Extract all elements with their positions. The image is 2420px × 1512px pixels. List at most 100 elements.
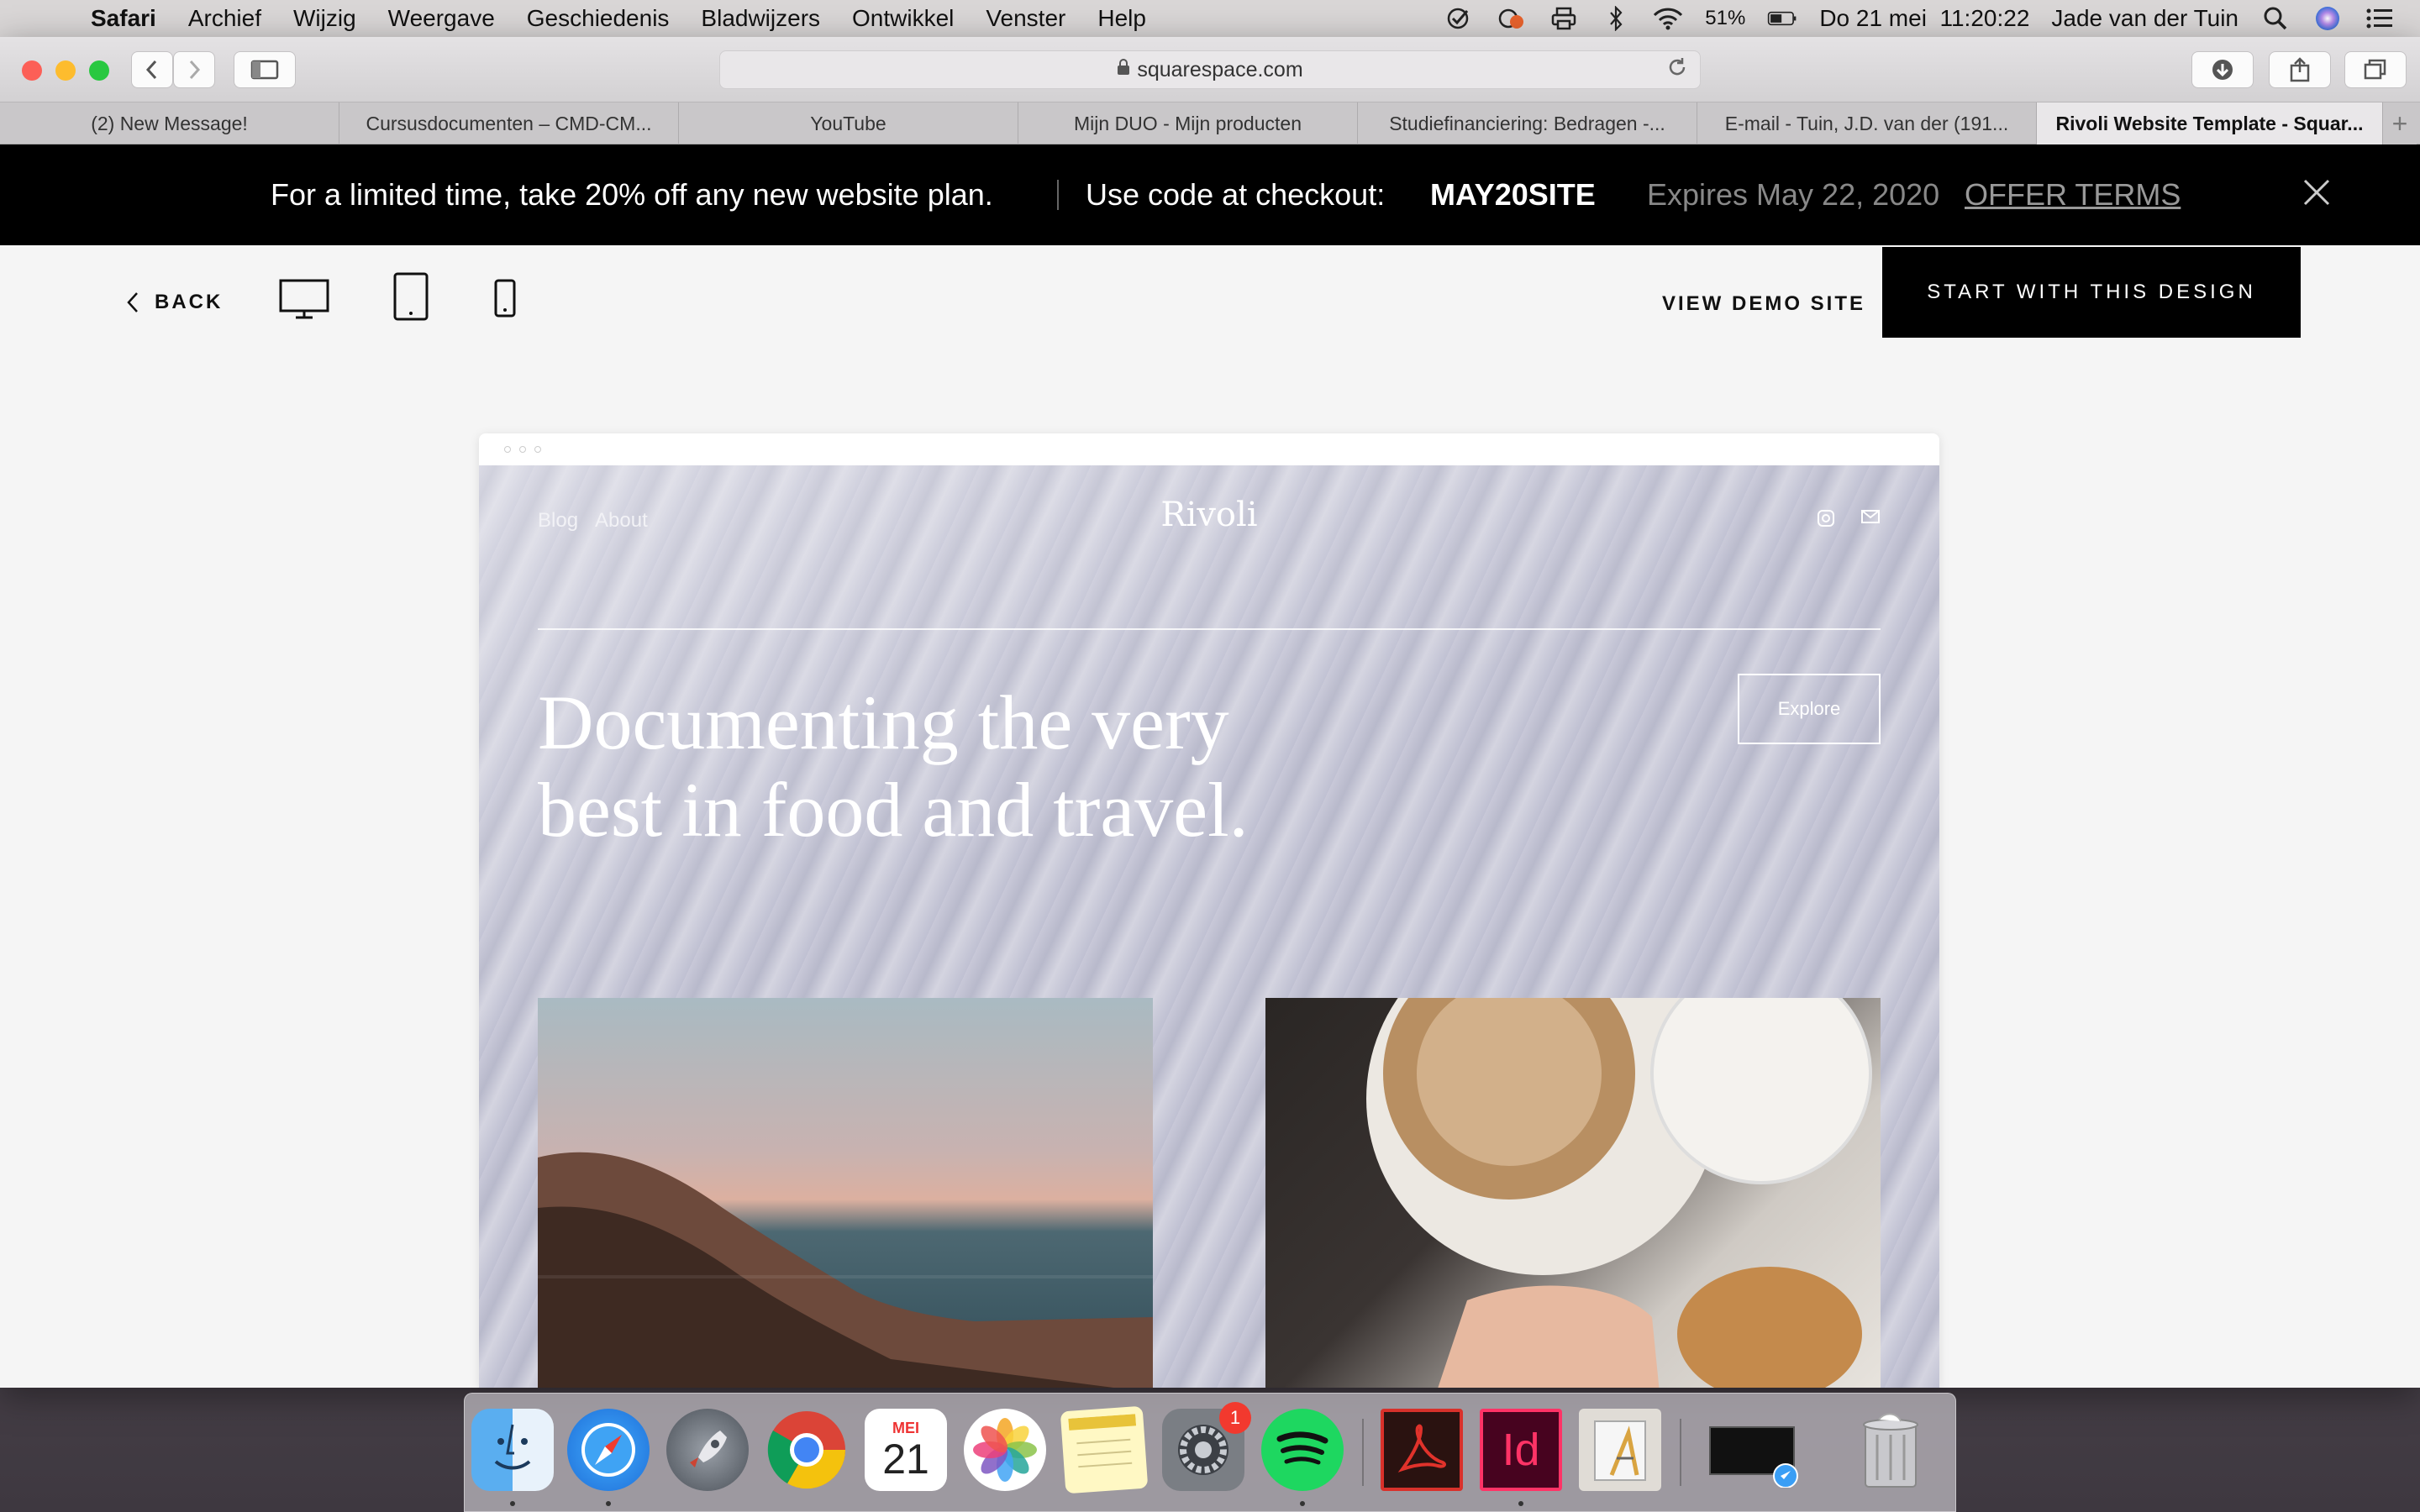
- spotify-icon[interactable]: [1261, 1409, 1344, 1491]
- dock-separator: [1362, 1419, 1364, 1486]
- launchpad-icon[interactable]: [666, 1409, 749, 1491]
- forward-nav-button[interactable]: [173, 51, 215, 88]
- preview-app-icon[interactable]: [1579, 1409, 1661, 1491]
- menu-bladwijzers[interactable]: Bladwijzers: [701, 5, 820, 32]
- tablet-view-icon[interactable]: [393, 272, 429, 325]
- tab-studiefinanciering[interactable]: Studiefinanciering: Bedragen -...: [1358, 102, 1697, 144]
- tab-rivoli-template[interactable]: Rivoli Website Template - Squar...: [2037, 102, 2383, 144]
- template-preview-frame: Blog About Rivoli Documenting the very b…: [479, 433, 1939, 1388]
- trash-icon[interactable]: [1849, 1409, 1932, 1491]
- window-minimize-button[interactable]: [55, 60, 76, 81]
- promo-code: MAY20SITE: [1430, 177, 1596, 212]
- rivoli-site: Blog About Rivoli Documenting the very b…: [479, 465, 1939, 1388]
- promo-code-label: Use code at checkout:: [1086, 177, 1386, 212]
- preview-dot: [519, 446, 526, 453]
- tab-mijn-duo[interactable]: Mijn DUO - Mijn producten: [1018, 102, 1358, 144]
- safari-icon[interactable]: [567, 1409, 650, 1491]
- tab-bar: (2) New Message! Cursusdocumenten – CMD-…: [0, 102, 2420, 144]
- browser-toolbar: squarespace.com: [0, 37, 2420, 102]
- headline-line-1: Documenting the very: [538, 680, 1229, 765]
- promo-divider: [1057, 180, 1059, 210]
- minimized-window-icon[interactable]: [1707, 1409, 1799, 1491]
- back-nav-button[interactable]: [131, 51, 173, 88]
- address-bar[interactable]: squarespace.com: [719, 50, 1701, 89]
- instagram-icon[interactable]: [1817, 509, 1835, 532]
- back-button[interactable]: BACK: [126, 291, 223, 314]
- dock: MEI 21 1 Id: [464, 1393, 1956, 1512]
- indesign-label: Id: [1502, 1425, 1540, 1475]
- view-demo-site-link[interactable]: VIEW DEMO SITE: [1662, 292, 1865, 316]
- site-headline: Documenting the very best in food and tr…: [538, 679, 1294, 853]
- tab-overview-button[interactable]: [2344, 51, 2407, 88]
- menu-archief[interactable]: Archief: [188, 5, 261, 32]
- menu-weergave[interactable]: Weergave: [388, 5, 495, 32]
- promo-banner: For a limited time, take 20% off any new…: [0, 144, 2420, 245]
- tab-new-message[interactable]: (2) New Message!: [0, 102, 339, 144]
- chevron-right-icon: [189, 60, 201, 80]
- preview-frame-bar: [479, 433, 1939, 465]
- finder-icon[interactable]: [471, 1409, 554, 1491]
- start-with-design-button[interactable]: START WITH THIS DESIGN: [1882, 247, 2301, 338]
- indesign-running-indicator: [1518, 1501, 1523, 1506]
- menu-ontwikkel[interactable]: Ontwikkel: [852, 5, 954, 32]
- menu-wijzig[interactable]: Wijzig: [293, 5, 356, 32]
- site-logo[interactable]: Rivoli: [479, 496, 1939, 534]
- template-preview-nav: BACK VIEW DEMO SITE START WITH THIS DESI…: [0, 247, 2420, 365]
- menu-app-name[interactable]: Safari: [91, 5, 156, 32]
- photos-icon[interactable]: [964, 1409, 1046, 1491]
- tab-email[interactable]: E-mail - Tuin, J.D. van der (191...: [1697, 102, 2037, 144]
- spotify-running-indicator: [1300, 1501, 1305, 1506]
- siri-icon[interactable]: [2312, 6, 2343, 31]
- bluetooth-icon[interactable]: [1601, 6, 1631, 31]
- menu-help[interactable]: Help: [1097, 5, 1146, 32]
- chrome-icon[interactable]: [765, 1409, 848, 1491]
- notes-icon[interactable]: [1060, 1405, 1149, 1494]
- desktop-view-icon[interactable]: [279, 279, 329, 323]
- close-banner-icon[interactable]: [2302, 174, 2331, 216]
- explore-button[interactable]: Explore: [1738, 674, 1881, 744]
- finder-running-indicator: [510, 1501, 515, 1506]
- offer-terms-link[interactable]: OFFER TERMS: [1965, 177, 2181, 213]
- share-button[interactable]: [2269, 51, 2331, 88]
- safari-running-indicator: [606, 1501, 611, 1506]
- window-fullscreen-button[interactable]: [89, 60, 109, 81]
- downloads-button[interactable]: [2191, 51, 2254, 88]
- checkmark-status-icon[interactable]: [1444, 6, 1475, 31]
- system-preferences-icon[interactable]: 1: [1162, 1402, 1251, 1491]
- calendar-icon[interactable]: MEI 21: [865, 1409, 947, 1491]
- tab-cursusdocumenten[interactable]: Cursusdocumenten – CMD-CM...: [339, 102, 679, 144]
- indesign-icon[interactable]: Id: [1480, 1409, 1562, 1491]
- notification-center-icon[interactable]: [2365, 6, 2395, 31]
- promo-expiry: Expires May 22, 2020: [1647, 177, 1940, 212]
- printer-icon[interactable]: [1549, 6, 1579, 31]
- preview-dot: [504, 446, 511, 453]
- preview-dot: [534, 446, 541, 453]
- menu-venster[interactable]: Venster: [986, 5, 1065, 32]
- new-tab-button[interactable]: +: [2383, 102, 2417, 144]
- battery-percent[interactable]: 51%: [1705, 7, 1745, 30]
- spotlight-search-icon[interactable]: [2260, 6, 2291, 31]
- address-url-text: squarespace.com: [1137, 57, 1303, 81]
- battery-icon[interactable]: [1767, 6, 1797, 31]
- tab-youtube[interactable]: YouTube: [679, 102, 1018, 144]
- promo-offer-text: For a limited time, take 20% off any new…: [271, 177, 993, 212]
- menu-user-name[interactable]: Jade van der Tuin: [2051, 5, 2238, 32]
- coffee-photo[interactable]: [1265, 998, 1881, 1388]
- sidebar-toggle-button[interactable]: [234, 51, 296, 88]
- reload-icon[interactable]: [1666, 56, 1688, 84]
- email-icon[interactable]: [1860, 509, 1881, 532]
- coast-photo[interactable]: [538, 998, 1153, 1388]
- wifi-icon[interactable]: [1653, 6, 1683, 31]
- mobile-view-icon[interactable]: [494, 279, 516, 322]
- notification-badge: 1: [1219, 1402, 1251, 1434]
- tabs-overview-icon: [2364, 59, 2386, 80]
- site-social-icons: [1817, 509, 1881, 532]
- chevron-left-icon: [145, 60, 157, 80]
- creative-cloud-icon[interactable]: [1497, 6, 1527, 31]
- window-close-button[interactable]: [22, 60, 42, 81]
- menu-datetime[interactable]: Do 21 mei 11:20:22: [1819, 5, 2029, 32]
- site-divider: [538, 628, 1881, 630]
- calendar-day: 21: [882, 1435, 929, 1483]
- menu-geschiedenis[interactable]: Geschiedenis: [527, 5, 670, 32]
- acrobat-icon[interactable]: [1381, 1409, 1463, 1491]
